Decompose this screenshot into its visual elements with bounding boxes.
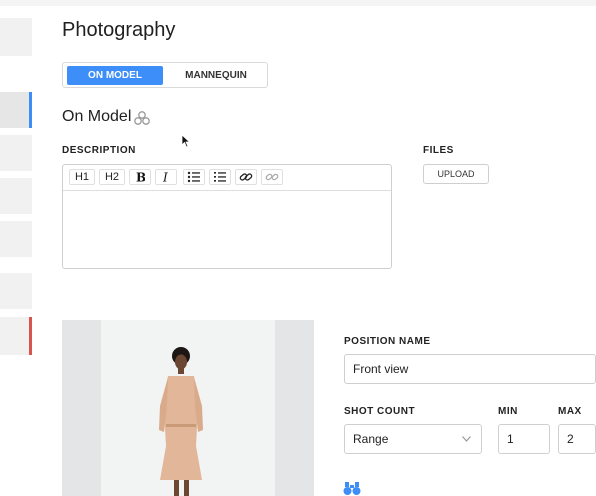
h1-button[interactable]: H1 <box>69 169 95 185</box>
model-figure <box>159 347 203 496</box>
product-photo <box>62 320 314 496</box>
rail-item-6[interactable] <box>0 273 32 309</box>
binoculars-icon[interactable] <box>343 481 361 496</box>
section-title: On Model <box>62 108 132 125</box>
svg-text:I: I <box>162 171 168 183</box>
rail-error-indicator <box>29 317 32 355</box>
files-label: FILES <box>423 145 454 156</box>
position-name-label: POSITION NAME <box>344 336 431 347</box>
rail-item-7[interactable] <box>0 317 32 355</box>
chevron-down-icon <box>462 436 471 442</box>
view-toggle: ON MODEL MANNEQUIN <box>62 62 268 88</box>
link-icon <box>239 173 253 181</box>
h2-button[interactable]: H2 <box>99 169 125 185</box>
rail-item-1[interactable] <box>0 18 32 56</box>
rail-item-2[interactable] <box>0 92 32 128</box>
unlink-button[interactable] <box>261 169 283 185</box>
bullet-list-button[interactable] <box>183 169 205 185</box>
min-label: MIN <box>498 406 518 417</box>
bold-button[interactable]: B <box>129 169 151 185</box>
on-model-toggle-button[interactable]: ON MODEL <box>67 66 163 85</box>
italic-icon: I <box>162 171 168 183</box>
shot-count-label: SHOT COUNT <box>344 406 416 417</box>
unlink-icon <box>265 173 279 181</box>
min-input[interactable] <box>498 424 550 454</box>
bold-icon: B <box>136 171 145 183</box>
max-label: MAX <box>558 406 582 417</box>
top-bar <box>0 0 596 6</box>
mannequin-toggle-button[interactable]: MANNEQUIN <box>167 66 265 85</box>
description-editor[interactable]: H1 H2 B I <box>62 164 392 269</box>
bullet-list-icon <box>187 171 200 183</box>
numbered-list-icon <box>214 172 226 182</box>
italic-button[interactable]: I <box>155 169 177 185</box>
rail-item-3[interactable] <box>0 135 32 171</box>
rail-active-indicator <box>29 92 32 128</box>
shot-count-value: Range <box>353 432 389 446</box>
mouse-pointer-icon <box>181 134 191 148</box>
shot-count-select[interactable]: Range <box>344 424 482 454</box>
rail-item-4[interactable] <box>0 178 32 214</box>
numbered-list-button[interactable] <box>209 169 231 185</box>
description-label: DESCRIPTION <box>62 145 136 156</box>
svg-text:B: B <box>136 171 145 183</box>
max-input[interactable] <box>558 424 596 454</box>
cluster-icon <box>134 111 150 125</box>
editor-toolbar: H1 H2 B I <box>63 165 391 191</box>
link-button[interactable] <box>235 169 257 185</box>
upload-button[interactable]: UPLOAD <box>423 164 489 184</box>
page-title: Photography <box>62 19 176 41</box>
rail-item-5[interactable] <box>0 221 32 257</box>
position-name-input[interactable] <box>344 354 596 384</box>
